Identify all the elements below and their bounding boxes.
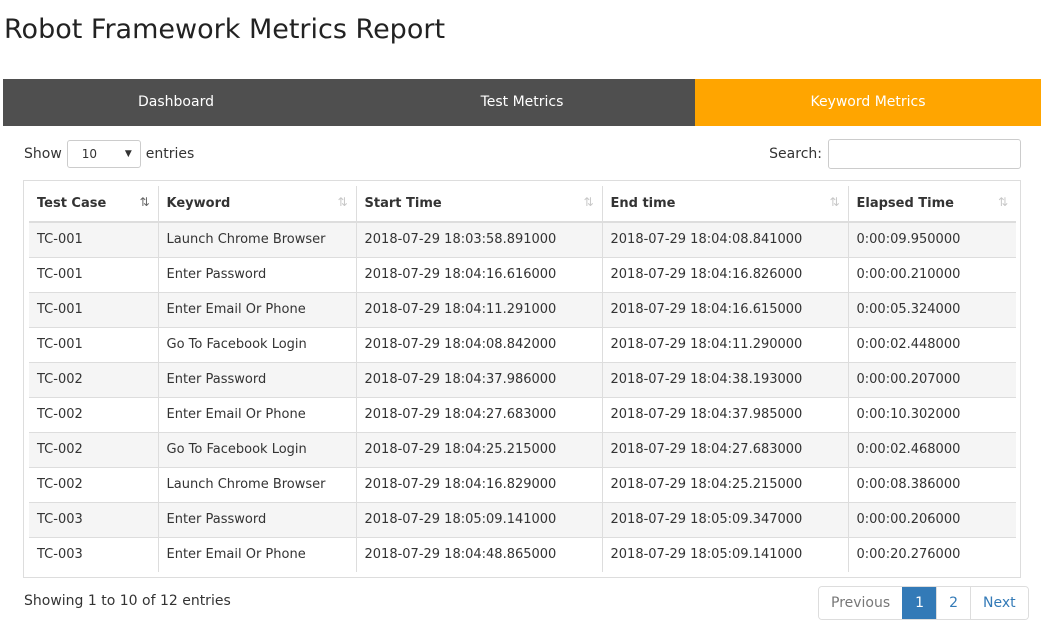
- cell-end-time: 2018-07-29 18:04:37.985000: [602, 396, 849, 432]
- cell-keyword: Go To Facebook Login: [158, 431, 357, 467]
- cell-test-case: TC-002: [29, 361, 159, 397]
- cell-elapsed-time: 0:00:05.324000: [848, 291, 1016, 327]
- chevron-down-icon: ▼: [124, 149, 132, 159]
- column-header-elapsed-time[interactable]: Elapsed Time ⇅: [848, 186, 1016, 223]
- sort-icon: ⇅: [337, 195, 348, 209]
- table-row: TC-003 Enter Email Or Phone 2018-07-29 18:…: [29, 536, 1016, 572]
- pagination: Previous 1 2 Next: [818, 586, 1029, 620]
- cell-end-time: 2018-07-29 18:05:09.141000: [602, 536, 849, 572]
- cell-test-case: TC-002: [29, 396, 159, 432]
- page-size-select[interactable]: 10 ▼: [66, 140, 141, 168]
- cell-start-time: 2018-07-29 18:03:58.891000: [356, 221, 603, 257]
- keyword-metrics-table: Test Case ⇅ Keyword ⇅ Start Time ⇅ End time…: [29, 186, 1016, 572]
- cell-start-time: 2018-07-29 18:04:16.829000: [356, 466, 603, 502]
- cell-test-case: TC-002: [29, 431, 159, 467]
- table-row: TC-002 Enter Password 2018-07-29 18:04:37.…: [29, 361, 1016, 397]
- cell-end-time: 2018-07-29 18:04:16.826000: [602, 256, 849, 292]
- cell-elapsed-time: 0:00:02.468000: [848, 431, 1016, 467]
- nav-bar: Dashboard Test Metrics Keyword Metrics: [3, 79, 1041, 126]
- cell-elapsed-time: 0:00:00.207000: [848, 361, 1016, 397]
- cell-test-case: TC-002: [29, 466, 159, 502]
- cell-end-time: 2018-07-29 18:04:08.841000: [602, 221, 849, 257]
- table-row: TC-001 Launch Chrome Browser 2018-07-29 18…: [29, 221, 1016, 257]
- column-header-keyword[interactable]: Keyword ⇅: [158, 186, 357, 223]
- page-title: Robot Framework Metrics Report: [4, 14, 446, 45]
- search-input[interactable]: [828, 139, 1021, 169]
- cell-keyword: Enter Password: [158, 256, 357, 292]
- cell-start-time: 2018-07-29 18:04:25.215000: [356, 431, 603, 467]
- cell-elapsed-time: 0:00:00.210000: [848, 256, 1016, 292]
- sort-icon: ⇅: [583, 195, 594, 209]
- show-label: Show: [24, 146, 62, 162]
- column-header-start-time[interactable]: Start Time ⇅: [356, 186, 603, 223]
- cell-elapsed-time: 0:00:09.950000: [848, 221, 1016, 257]
- cell-elapsed-time: 0:00:08.386000: [848, 466, 1016, 502]
- previous-page-button[interactable]: Previous: [819, 587, 903, 619]
- entries-label: entries: [145, 146, 195, 162]
- cell-start-time: 2018-07-29 18:05:09.141000: [356, 501, 603, 537]
- cell-test-case: TC-003: [29, 501, 159, 537]
- cell-start-time: 2018-07-29 18:04:27.683000: [356, 396, 603, 432]
- cell-keyword: Enter Password: [158, 361, 357, 397]
- page-2-button[interactable]: 2: [936, 587, 971, 619]
- table-row: TC-002 Enter Email Or Phone 2018-07-29 18:…: [29, 396, 1016, 432]
- table-row: TC-002 Launch Chrome Browser 2018-07-29 18…: [29, 466, 1016, 502]
- cell-elapsed-time: 0:00:10.302000: [848, 396, 1016, 432]
- page-size-value: 10: [81, 147, 98, 161]
- cell-start-time: 2018-07-29 18:04:37.986000: [356, 361, 603, 397]
- cell-elapsed-time: 0:00:02.448000: [848, 326, 1016, 362]
- cell-end-time: 2018-07-29 18:04:38.193000: [602, 361, 849, 397]
- sort-ascending-icon: ⇅: [139, 195, 150, 209]
- cell-keyword: Launch Chrome Browser: [158, 466, 357, 502]
- next-page-button[interactable]: Next: [970, 587, 1028, 619]
- sort-icon: ⇅: [829, 195, 840, 209]
- cell-start-time: 2018-07-29 18:04:16.616000: [356, 256, 603, 292]
- tab-test-metrics[interactable]: Test Metrics: [349, 79, 695, 126]
- search-label: Search:: [769, 146, 822, 162]
- cell-test-case: TC-001: [29, 256, 159, 292]
- cell-start-time: 2018-07-29 18:04:11.291000: [356, 291, 603, 327]
- table-info: Showing 1 to 10 of 12 entries: [24, 593, 231, 609]
- cell-keyword: Go To Facebook Login: [158, 326, 357, 362]
- table-container: Test Case ⇅ Keyword ⇅ Start Time ⇅ End time…: [23, 180, 1021, 578]
- cell-elapsed-time: 0:00:20.276000: [848, 536, 1016, 572]
- cell-keyword: Enter Email Or Phone: [158, 396, 357, 432]
- cell-end-time: 2018-07-29 18:04:27.683000: [602, 431, 849, 467]
- entries-length-control: Show 10 ▼ entries: [24, 139, 194, 169]
- table-row: TC-001 Enter Password 2018-07-29 18:04:16.…: [29, 256, 1016, 292]
- cell-keyword: Enter Password: [158, 501, 357, 537]
- search-control: Search:: [769, 139, 1021, 169]
- sort-icon: ⇅: [997, 195, 1008, 209]
- page-1-button[interactable]: 1: [902, 587, 937, 619]
- cell-end-time: 2018-07-29 18:04:16.615000: [602, 291, 849, 327]
- cell-end-time: 2018-07-29 18:05:09.347000: [602, 501, 849, 537]
- column-header-test-case[interactable]: Test Case ⇅: [29, 186, 159, 223]
- cell-keyword: Enter Email Or Phone: [158, 291, 357, 327]
- tab-dashboard[interactable]: Dashboard: [3, 79, 349, 126]
- cell-end-time: 2018-07-29 18:04:25.215000: [602, 466, 849, 502]
- table-row: TC-001 Enter Email Or Phone 2018-07-29 18:…: [29, 291, 1016, 327]
- cell-test-case: TC-001: [29, 221, 159, 257]
- table-row: TC-001 Go To Facebook Login 2018-07-29 18:…: [29, 326, 1016, 362]
- cell-start-time: 2018-07-29 18:04:08.842000: [356, 326, 603, 362]
- cell-test-case: TC-001: [29, 326, 159, 362]
- cell-keyword: Launch Chrome Browser: [158, 221, 357, 257]
- cell-test-case: TC-001: [29, 291, 159, 327]
- cell-test-case: TC-003: [29, 536, 159, 572]
- tab-keyword-metrics[interactable]: Keyword Metrics: [695, 79, 1041, 126]
- cell-start-time: 2018-07-29 18:04:48.865000: [356, 536, 603, 572]
- cell-keyword: Enter Email Or Phone: [158, 536, 357, 572]
- table-row: TC-002 Go To Facebook Login 2018-07-29 18:…: [29, 431, 1016, 467]
- column-header-end-time[interactable]: End time ⇅: [602, 186, 849, 223]
- cell-elapsed-time: 0:00:00.206000: [848, 501, 1016, 537]
- cell-end-time: 2018-07-29 18:04:11.290000: [602, 326, 849, 362]
- table-header-row: Test Case ⇅ Keyword ⇅ Start Time ⇅ End time…: [29, 186, 1016, 223]
- table-row: TC-003 Enter Password 2018-07-29 18:05:09.…: [29, 501, 1016, 537]
